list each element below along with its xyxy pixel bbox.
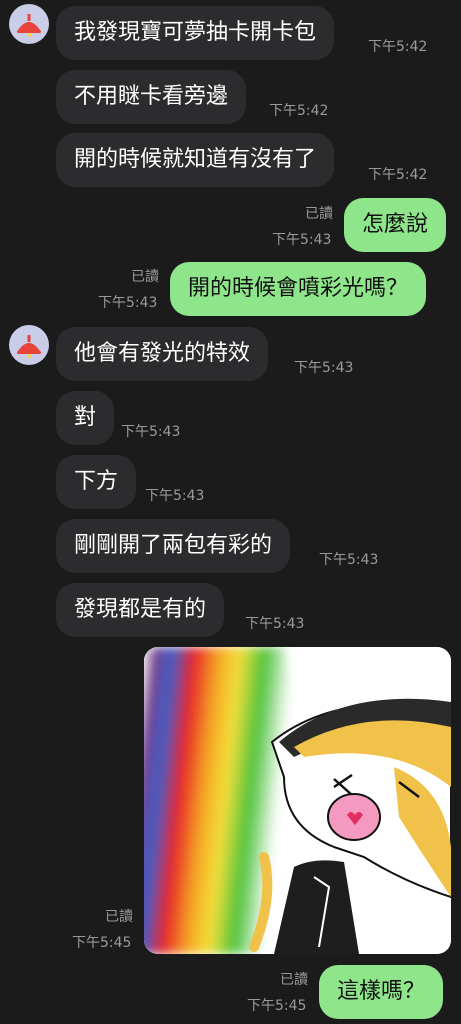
- message-bubble-outgoing[interactable]: 怎麼說: [344, 198, 447, 252]
- lamp-icon: [17, 335, 41, 358]
- message-timestamp: 下午5:43: [272, 232, 332, 248]
- message-timestamp: 下午5:42: [368, 39, 428, 55]
- message-timestamp: 下午5:42: [269, 103, 329, 119]
- contact-avatar[interactable]: [9, 4, 49, 44]
- message-timestamp: 下午5:42: [368, 167, 428, 183]
- message-bubble-outgoing[interactable]: 開的時候會噴彩光嗎？: [170, 262, 427, 316]
- message-bubble-incoming[interactable]: 對: [56, 391, 115, 445]
- message-bubble-incoming[interactable]: 開的時候就知道有沒有了: [56, 133, 335, 187]
- chat-thread: 我發現寶可夢抽卡開卡包 下午5:42 不用瞇卡看旁邊 下午5:42 開的時候就知…: [0, 0, 461, 1024]
- message-bubble-incoming[interactable]: 下方: [56, 455, 137, 509]
- message-bubble-incoming[interactable]: 剛剛開了兩包有彩的: [56, 519, 291, 573]
- read-receipt: 已讀: [280, 972, 308, 988]
- message-bubble-incoming[interactable]: 他會有發光的特效: [56, 327, 269, 381]
- message-timestamp: 下午5:43: [245, 616, 305, 632]
- lamp-icon: [17, 14, 41, 37]
- message-timestamp: 下午5:43: [294, 360, 354, 376]
- read-receipt: 已讀: [305, 206, 333, 222]
- read-receipt: 已讀: [131, 269, 159, 285]
- message-timestamp: 下午5:43: [121, 424, 181, 440]
- rainbow-sticker-illustration: [144, 647, 451, 954]
- sticker-image[interactable]: [144, 647, 451, 954]
- message-bubble-incoming[interactable]: 不用瞇卡看旁邊: [56, 70, 247, 124]
- message-timestamp: 下午5:43: [98, 295, 158, 311]
- message-bubble-incoming[interactable]: 發現都是有的: [56, 583, 225, 637]
- message-timestamp: 下午5:45: [72, 935, 132, 951]
- message-bubble-incoming[interactable]: 我發現寶可夢抽卡開卡包: [56, 6, 335, 60]
- message-timestamp: 下午5:45: [247, 998, 307, 1014]
- message-timestamp: 下午5:43: [319, 552, 379, 568]
- read-receipt: 已讀: [105, 909, 133, 925]
- message-bubble-outgoing[interactable]: 這樣嗎？: [319, 965, 444, 1019]
- message-timestamp: 下午5:43: [145, 488, 205, 504]
- contact-avatar[interactable]: [9, 325, 49, 365]
